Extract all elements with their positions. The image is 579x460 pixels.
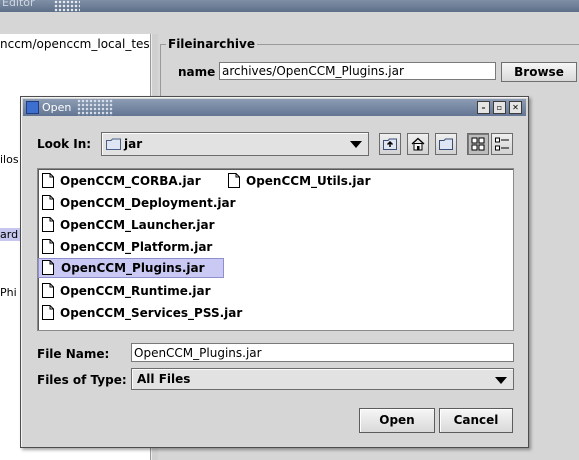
background-window-titlebar: Editor <box>0 0 579 12</box>
file-icon <box>42 173 54 188</box>
titlebar-grip <box>77 99 113 116</box>
file-name: OpenCCM_Services_PSS.jar <box>60 306 243 320</box>
look-in-combo[interactable]: jar <box>101 132 369 156</box>
file-icon <box>42 195 54 210</box>
home-button[interactable] <box>407 133 429 155</box>
dialog-titlebar[interactable]: Open – ▫ ✕ <box>23 99 526 116</box>
file-name: OpenCCM_Runtime.jar <box>60 284 211 298</box>
chevron-down-icon <box>495 377 507 384</box>
file-icon <box>42 239 54 254</box>
file-name: OpenCCM_Deployment.jar <box>60 196 236 210</box>
new-folder-icon <box>439 138 453 150</box>
file-icon <box>42 305 54 320</box>
home-icon <box>411 137 425 151</box>
titlebar-grip <box>54 0 80 12</box>
look-in-value: jar <box>124 137 143 151</box>
chevron-down-icon <box>350 141 362 148</box>
file-name: OpenCCM_CORBA.jar <box>60 174 201 188</box>
up-one-level-button[interactable] <box>379 133 401 155</box>
files-of-type-label: Files of Type: <box>37 373 127 387</box>
tree-node-fragment-1[interactable]: ilos <box>0 153 19 166</box>
file-icon <box>42 217 54 232</box>
minimize-button[interactable]: – <box>477 101 490 114</box>
file-item-plugins-selected[interactable]: OpenCCM_Plugins.jar <box>38 258 224 278</box>
file-icon <box>228 173 240 188</box>
file-item-services-pss[interactable]: OpenCCM_Services_PSS.jar <box>38 303 246 323</box>
file-name: OpenCCM_Platform.jar <box>60 240 213 254</box>
file-name-input[interactable] <box>131 343 514 362</box>
file-item-utils[interactable]: OpenCCM_Utils.jar <box>224 171 375 191</box>
file-item-corba[interactable]: OpenCCM_CORBA.jar <box>38 171 205 191</box>
tree-root-path[interactable]: nccm/openccm_local_test <box>0 37 150 51</box>
file-list[interactable]: OpenCCM_CORBA.jar OpenCCM_Deployment.jar… <box>37 168 514 331</box>
file-icon <box>42 260 54 275</box>
file-item-runtime[interactable]: OpenCCM_Runtime.jar <box>38 281 215 301</box>
open-dialog: Open – ▫ ✕ Look In: jar OpenCCM_CORBA.ja… <box>20 96 529 448</box>
file-name: OpenCCM_Plugins.jar <box>61 261 205 275</box>
browse-button[interactable]: Browse <box>501 62 577 82</box>
file-name: OpenCCM_Utils.jar <box>246 174 371 188</box>
list-view-button[interactable] <box>467 133 489 155</box>
file-icon <box>42 283 54 298</box>
look-in-label: Look In: <box>37 137 92 151</box>
details-view-icon <box>495 137 509 151</box>
list-view-icon <box>471 137 485 151</box>
up-folder-icon <box>383 138 397 150</box>
open-button[interactable]: Open <box>359 408 435 433</box>
details-view-button[interactable] <box>491 133 513 155</box>
close-button[interactable]: ✕ <box>509 101 522 114</box>
file-item-launcher[interactable]: OpenCCM_Launcher.jar <box>38 215 219 235</box>
name-input[interactable]: archives/OpenCCM_Plugins.jar <box>219 62 496 80</box>
dialog-title: Open <box>42 101 72 114</box>
fileinarchive-legend: Fileinarchive <box>166 37 257 51</box>
tree-node-fragment-selected[interactable]: ard <box>0 228 21 241</box>
background-toolbar <box>0 12 579 35</box>
folder-icon <box>106 138 121 150</box>
background-window-title: Editor <box>2 0 35 9</box>
name-label: name : <box>178 65 225 79</box>
file-item-deployment[interactable]: OpenCCM_Deployment.jar <box>38 193 240 213</box>
maximize-button[interactable]: ▫ <box>493 101 506 114</box>
dialog-window-icon <box>26 101 39 114</box>
cancel-button[interactable]: Cancel <box>439 408 513 433</box>
tree-node-fragment-3[interactable]: Phi <box>0 286 17 299</box>
files-of-type-combo[interactable]: All Files <box>131 368 514 390</box>
file-item-platform[interactable]: OpenCCM_Platform.jar <box>38 237 216 257</box>
file-name-label: File Name: <box>37 347 110 361</box>
file-name: OpenCCM_Launcher.jar <box>60 218 215 232</box>
files-of-type-value: All Files <box>137 372 191 386</box>
new-folder-button[interactable] <box>435 133 457 155</box>
